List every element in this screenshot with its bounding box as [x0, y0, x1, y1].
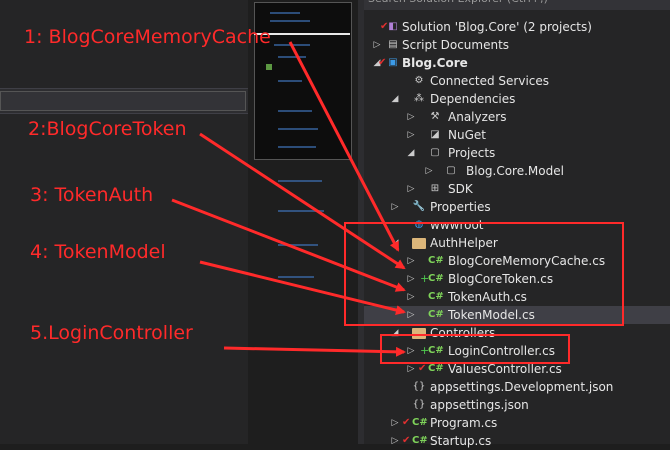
arrow-1	[288, 41, 400, 252]
arrow-5	[223, 346, 406, 357]
annotation-arrows	[171, 41, 406, 357]
annotation-label-3: 3: TokenAuth	[30, 184, 154, 206]
arrow-4	[199, 260, 406, 315]
annotation-label-4: 4: TokenModel	[30, 241, 166, 263]
annotation-label-2: 2:BlogCoreToken	[28, 118, 187, 140]
annotation-label-1: 1: BlogCoreMemoryCache	[24, 26, 271, 48]
annotation-label-5: 5.LoginController	[30, 322, 193, 344]
